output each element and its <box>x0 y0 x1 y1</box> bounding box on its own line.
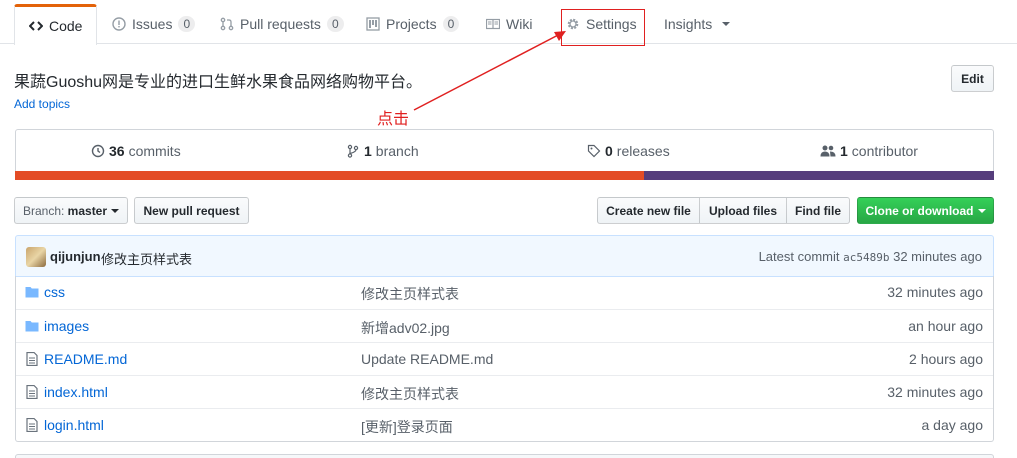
file-commit-message[interactable]: 修改主页样式表 <box>361 384 459 404</box>
commit-author[interactable]: qijunjun <box>50 249 101 264</box>
chevron-down-icon <box>111 208 120 213</box>
releases-count: 0 <box>605 143 613 159</box>
file-age: a day ago <box>921 417 984 433</box>
file-age: 32 minutes ago <box>887 284 983 300</box>
file-age: 2 hours ago <box>909 351 983 367</box>
tab-label: Pull requests <box>240 16 321 32</box>
commits-count: 36 <box>109 143 125 159</box>
file-row: css 修改主页样式表 32 minutes ago <box>16 276 993 309</box>
tag-icon <box>587 144 601 158</box>
annotation-label: 点击 <box>377 111 410 128</box>
clone-or-download-button[interactable]: Clone or download <box>857 197 994 224</box>
language-segment[interactable] <box>644 171 994 180</box>
upload-files-button[interactable]: Upload files <box>699 197 787 224</box>
new-pull-request-button[interactable]: New pull request <box>134 197 249 224</box>
tab-label: Insights <box>664 16 713 32</box>
find-file-button[interactable]: Find file <box>786 197 850 224</box>
add-topics-link[interactable]: Add topics <box>14 97 70 111</box>
file-name[interactable]: css <box>44 284 65 300</box>
avatar[interactable] <box>26 247 46 267</box>
file-icon <box>25 384 39 400</box>
file-icon <box>25 351 39 367</box>
code-icon <box>29 19 43 33</box>
releases-label: releases <box>616 143 670 159</box>
file-name[interactable]: images <box>44 318 89 334</box>
readme-box-edge <box>15 454 994 458</box>
file-name[interactable]: login.html <box>44 417 104 433</box>
book-icon <box>486 17 500 31</box>
issue-icon <box>112 17 126 31</box>
file-commit-message[interactable]: 新增adv02.jpg <box>361 318 450 338</box>
latest-commit-bar: qijunjun 修改主页样式表 Latest commit ac5489b 3… <box>15 235 994 277</box>
settings-highlight-box <box>561 9 645 46</box>
tab-label: Wiki <box>506 16 533 32</box>
branch-select-button[interactable]: Branch: master <box>14 197 128 224</box>
create-new-file-button[interactable]: Create new file <box>597 197 700 224</box>
pull-requests-counter: 0 <box>326 16 344 32</box>
chevron-down-icon <box>977 208 986 213</box>
repo-nav-tabs: Code Issues 0 Pull requests 0 Projects 0… <box>0 0 1017 45</box>
file-age: 32 minutes ago <box>887 384 983 400</box>
edit-button[interactable]: Edit <box>951 65 994 92</box>
commits-label: commits <box>128 143 181 159</box>
tab-wiki[interactable]: Wiki <box>486 4 532 44</box>
tab-pull-requests[interactable]: Pull requests 0 <box>220 4 344 44</box>
folder-icon <box>25 285 39 299</box>
file-commit-message[interactable]: 修改主页样式表 <box>361 284 459 304</box>
history-icon <box>91 144 105 158</box>
folder-icon <box>25 319 39 333</box>
project-icon <box>366 17 380 31</box>
pull-request-icon <box>220 17 234 31</box>
file-row: login.html [更新]登录页面 a day ago <box>16 408 993 441</box>
branch-icon <box>346 144 360 158</box>
file-icon <box>25 417 39 433</box>
contributors-summary[interactable]: 1 contributor <box>820 143 918 159</box>
clone-label: Clone or download <box>865 203 974 218</box>
branches-label: branch <box>375 143 419 159</box>
tab-label: Projects <box>386 16 437 32</box>
file-row: index.html 修改主页样式表 32 minutes ago <box>16 375 993 408</box>
people-icon <box>820 144 836 158</box>
file-row: images 新增adv02.jpg an hour ago <box>16 309 993 342</box>
latest-commit-info: Latest commit ac5489b 32 minutes ago <box>759 249 982 264</box>
branch-name: master <box>67 203 108 218</box>
commit-sha[interactable]: ac5489b <box>843 251 889 264</box>
repo-description: 果蔬Guoshu网是专业的进口生鲜水果食品网络购物平台。 <box>14 74 423 91</box>
language-segment[interactable] <box>15 171 645 180</box>
projects-counter: 0 <box>442 16 460 32</box>
chevron-down-icon <box>722 22 731 26</box>
tab-label: Issues <box>132 16 173 32</box>
language-bar[interactable] <box>15 171 994 180</box>
tab-insights[interactable]: Insights <box>664 4 731 44</box>
file-name[interactable]: README.md <box>44 351 127 367</box>
file-age: an hour ago <box>908 318 983 334</box>
tab-label: Code <box>49 18 83 34</box>
commit-age: 32 minutes ago <box>893 249 982 264</box>
branch-prefix: Branch: <box>22 203 65 218</box>
latest-commit-prefix: Latest commit <box>758 249 840 264</box>
contributors-count: 1 <box>840 143 848 159</box>
releases-summary[interactable]: 0 releases <box>587 143 670 159</box>
issues-counter: 0 <box>178 16 196 32</box>
file-row: README.md Update README.md 2 hours ago <box>16 342 993 375</box>
file-commit-message[interactable]: [更新]登录页面 <box>361 417 453 437</box>
tab-code[interactable]: Code <box>14 4 98 45</box>
contributors-label: contributor <box>851 143 918 159</box>
commit-message[interactable]: 修改主页样式表 <box>101 249 192 268</box>
file-name[interactable]: index.html <box>44 384 108 400</box>
tab-issues[interactable]: Issues 0 <box>112 4 196 44</box>
file-list: css 修改主页样式表 32 minutes ago images 新增adv0… <box>15 276 994 442</box>
tab-projects[interactable]: Projects 0 <box>366 4 460 44</box>
commits-summary[interactable]: 36 commits <box>91 143 181 159</box>
branches-count: 1 <box>364 143 372 159</box>
branches-summary[interactable]: 1 branch <box>346 143 419 159</box>
file-commit-message[interactable]: Update README.md <box>361 351 493 367</box>
